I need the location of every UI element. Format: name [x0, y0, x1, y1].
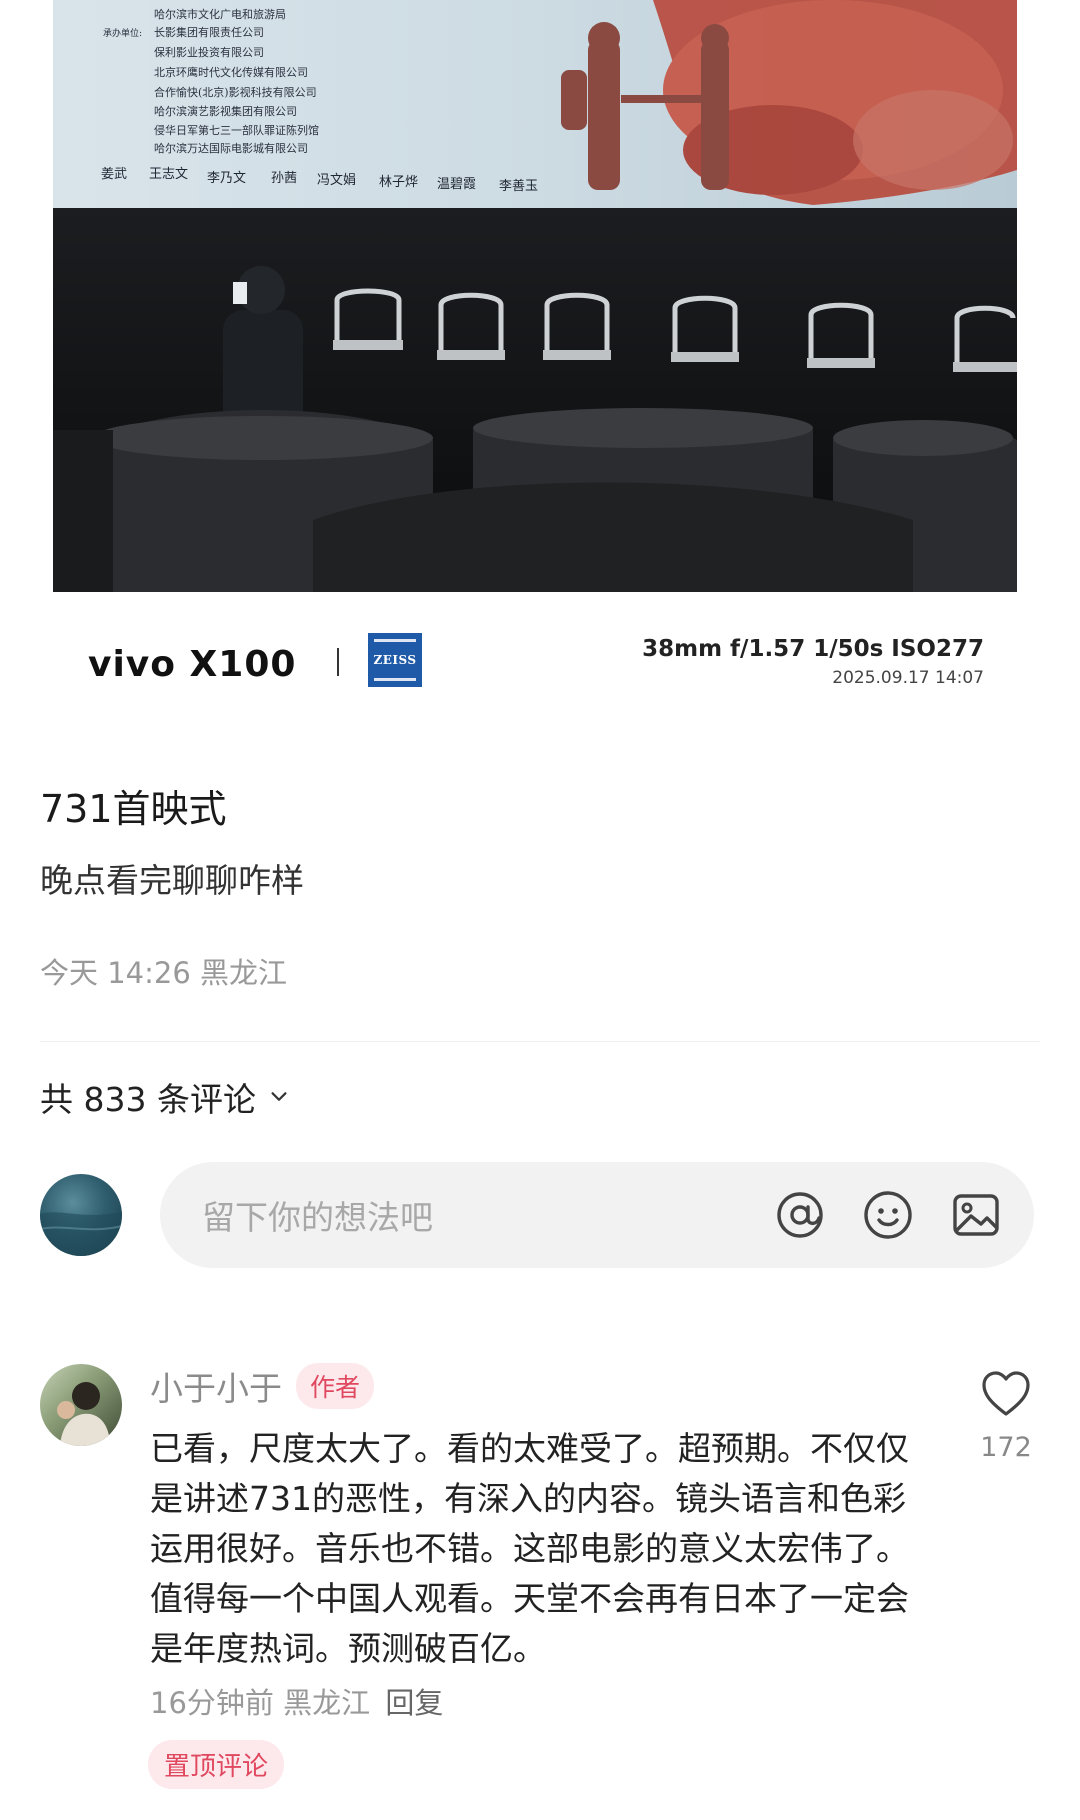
commenter-name[interactable]: 小于小于 — [150, 1362, 282, 1410]
comment-header: 小于小于 作者 — [150, 1362, 375, 1410]
comment-count-label: 共 833 条评论 — [40, 1080, 256, 1119]
comment-input-placeholder[interactable]: 留下你的想法吧 — [202, 1191, 772, 1239]
svg-text:林子烨: 林子烨 — [379, 175, 418, 190]
svg-text:姜武: 姜武 — [101, 167, 127, 182]
exposure-specs: 38mm f/1.57 1/50s ISO277 — [642, 636, 984, 662]
chevron-down-icon — [271, 1092, 287, 1101]
like-button[interactable]: 172 — [976, 1370, 1036, 1463]
divider — [40, 1041, 1040, 1042]
post-photo[interactable]: 哈尔滨市文化广电和旅游局 承办单位: 长影集团有限责任公司 保利影业投资有限公司… — [53, 0, 1017, 592]
capture-datetime: 2025.09.17 14:07 — [832, 668, 984, 688]
camera-brand: vivo X100 — [88, 644, 297, 685]
svg-text:保利影业投资有限公司: 保利影业投资有限公司 — [154, 45, 264, 59]
svg-text:合作愉快(北京)影视科技有限公司: 合作愉快(北京)影视科技有限公司 — [154, 85, 317, 99]
svg-text:哈尔滨万达国际电影城有限公司: 哈尔滨万达国际电影城有限公司 — [154, 141, 308, 155]
brand-divider — [337, 648, 339, 676]
comment-meta: 16分钟前 黑龙江 回复 — [150, 1680, 443, 1722]
image-icon[interactable] — [948, 1187, 1004, 1243]
svg-text:冯文娟: 冯文娟 — [317, 173, 356, 188]
svg-text:王志文: 王志文 — [149, 167, 188, 182]
heart-icon — [982, 1371, 1030, 1416]
svg-text:李乃文: 李乃文 — [207, 171, 246, 186]
svg-text:孙茜: 孙茜 — [271, 171, 297, 186]
comment-input[interactable]: 留下你的想法吧 — [160, 1162, 1034, 1268]
svg-text:侵华日军第七三一部队罪证陈列馆: 侵华日军第七三一部队罪证陈列馆 — [154, 123, 319, 137]
post-body: 晚点看完聊聊咋样 — [40, 861, 304, 900]
commenter-avatar[interactable] — [40, 1364, 122, 1446]
like-count: 172 — [980, 1432, 1032, 1463]
comment-time-location: 16分钟前 黑龙江 — [150, 1686, 371, 1720]
svg-text:李善玉: 李善玉 — [499, 178, 538, 194]
post-title: 731首映式 — [40, 787, 227, 831]
emoji-icon[interactable] — [860, 1187, 916, 1243]
author-badge: 作者 — [296, 1363, 375, 1409]
comment-count-sort[interactable]: 共 833 条评论 — [40, 1073, 290, 1121]
svg-text:哈尔滨演艺影视集团有限公司: 哈尔滨演艺影视集团有限公司 — [154, 104, 297, 118]
credit-line: 哈尔滨市文化广电和旅游局 — [154, 7, 286, 21]
svg-text:北京环鹰时代文化传媒有限公司: 北京环鹰时代文化传媒有限公司 — [154, 65, 308, 79]
comment-text: 已看，尺度太大了。看的太难受了。超预期。不仅仅是讲述731的恶性，有深入的内容。… — [150, 1429, 909, 1668]
reply-button[interactable]: 回复 — [385, 1686, 443, 1720]
zeiss-logo: ZEISS — [368, 633, 422, 687]
post-meta: 今天 14:26 黑龙江 — [40, 956, 288, 990]
svg-text:长影集团有限责任公司: 长影集团有限责任公司 — [154, 25, 264, 39]
camera-specs: 38mm f/1.57 1/50s ISO277 2025.09.17 14:0… — [642, 636, 984, 688]
svg-text:温碧霞: 温碧霞 — [437, 177, 476, 192]
at-icon[interactable] — [772, 1187, 828, 1243]
current-user-avatar[interactable] — [40, 1174, 122, 1256]
pinned-badge: 置顶评论 — [148, 1740, 285, 1789]
svg-text:承办单位:: 承办单位: — [103, 27, 142, 39]
